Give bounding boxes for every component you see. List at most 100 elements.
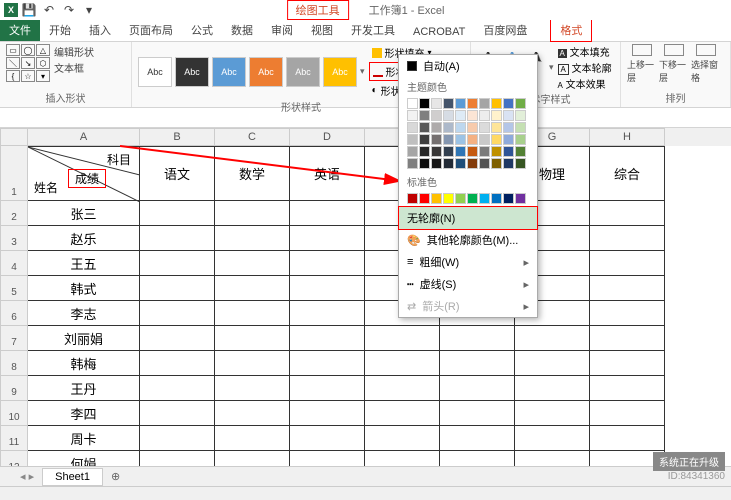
color-swatch[interactable] — [467, 98, 478, 109]
row-header[interactable]: 10 — [0, 401, 28, 426]
dd-no-outline[interactable]: 无轮廓(N) — [398, 206, 538, 230]
row-header[interactable]: 1 — [0, 146, 28, 201]
diagonal-header-cell[interactable]: 科目 成绩 姓名 — [28, 146, 140, 201]
color-swatch[interactable] — [467, 122, 478, 133]
qat-save-icon[interactable]: 💾 — [20, 1, 38, 19]
color-swatch[interactable] — [407, 134, 418, 145]
row-header[interactable]: 9 — [0, 376, 28, 401]
tab-view[interactable]: 视图 — [302, 19, 342, 41]
tab-developer[interactable]: 开发工具 — [342, 19, 404, 41]
data-cell[interactable] — [140, 351, 215, 376]
data-cell[interactable] — [140, 226, 215, 251]
style-thumb[interactable]: Abc — [212, 57, 246, 87]
name-cell[interactable]: 刘丽娟 — [28, 326, 140, 351]
color-swatch[interactable] — [503, 158, 514, 169]
color-swatch[interactable] — [503, 122, 514, 133]
color-swatch[interactable] — [479, 122, 490, 133]
color-swatch[interactable] — [443, 193, 454, 204]
col-header[interactable]: D — [290, 128, 365, 146]
color-swatch[interactable] — [479, 158, 490, 169]
data-cell[interactable] — [440, 376, 515, 401]
data-cell[interactable] — [440, 351, 515, 376]
data-cell[interactable] — [365, 326, 440, 351]
color-swatch[interactable] — [419, 98, 430, 109]
color-swatch[interactable] — [407, 158, 418, 169]
color-swatch[interactable] — [491, 110, 502, 121]
color-swatch[interactable] — [455, 98, 466, 109]
column-header-cell[interactable]: 语文 — [140, 146, 215, 201]
qat-redo-icon[interactable]: ↷ — [60, 1, 78, 19]
color-swatch[interactable] — [479, 134, 490, 145]
row-header[interactable]: 5 — [0, 276, 28, 301]
data-cell[interactable] — [590, 351, 665, 376]
data-cell[interactable] — [140, 376, 215, 401]
row-header[interactable]: 11 — [0, 426, 28, 451]
data-cell[interactable] — [590, 426, 665, 451]
color-swatch[interactable] — [419, 146, 430, 157]
data-cell[interactable] — [590, 201, 665, 226]
data-cell[interactable] — [590, 326, 665, 351]
data-cell[interactable] — [215, 401, 290, 426]
sheet-nav-icon[interactable]: ◂ ▸ — [20, 470, 34, 483]
color-swatch[interactable] — [467, 146, 478, 157]
data-cell[interactable] — [440, 401, 515, 426]
name-cell[interactable]: 赵乐 — [28, 226, 140, 251]
color-swatch[interactable] — [491, 193, 502, 204]
col-header[interactable]: C — [215, 128, 290, 146]
color-swatch[interactable] — [515, 134, 526, 145]
row-header[interactable]: 8 — [0, 351, 28, 376]
color-swatch[interactable] — [479, 98, 490, 109]
data-cell[interactable] — [365, 401, 440, 426]
dd-auto[interactable]: 自动(A) — [399, 55, 537, 77]
row-header[interactable]: 3 — [0, 226, 28, 251]
bring-forward-button[interactable]: 上移一层 — [627, 44, 657, 84]
color-swatch[interactable] — [479, 110, 490, 121]
color-swatch[interactable] — [419, 158, 430, 169]
tab-acrobat[interactable]: ACROBAT — [404, 23, 474, 41]
data-cell[interactable] — [215, 226, 290, 251]
qat-undo-icon[interactable]: ↶ — [40, 1, 58, 19]
gallery-more-icon[interactable]: ▾ — [549, 62, 554, 73]
color-swatch[interactable] — [419, 134, 430, 145]
color-swatch[interactable] — [431, 98, 442, 109]
color-swatch[interactable] — [503, 193, 514, 204]
color-swatch[interactable] — [467, 110, 478, 121]
data-cell[interactable] — [290, 426, 365, 451]
color-swatch[interactable] — [491, 122, 502, 133]
data-cell[interactable] — [140, 326, 215, 351]
data-cell[interactable] — [290, 251, 365, 276]
color-swatch[interactable] — [455, 193, 466, 204]
dd-arrows[interactable]: ⇄箭头(R)▸ — [399, 295, 537, 317]
color-swatch[interactable] — [419, 193, 430, 204]
data-cell[interactable] — [290, 201, 365, 226]
color-swatch[interactable] — [419, 122, 430, 133]
data-cell[interactable] — [365, 426, 440, 451]
row-header[interactable]: 2 — [0, 201, 28, 226]
color-swatch[interactable] — [443, 110, 454, 121]
data-cell[interactable] — [215, 351, 290, 376]
name-cell[interactable]: 李四 — [28, 401, 140, 426]
tab-data[interactable]: 数据 — [222, 19, 262, 41]
color-swatch[interactable] — [491, 98, 502, 109]
gallery-more-icon[interactable]: ▾ — [360, 66, 365, 77]
name-cell[interactable]: 李志 — [28, 301, 140, 326]
data-cell[interactable] — [590, 376, 665, 401]
tab-file[interactable]: 文件 — [0, 19, 40, 41]
data-cell[interactable] — [215, 301, 290, 326]
color-swatch[interactable] — [479, 146, 490, 157]
color-swatch[interactable] — [479, 193, 490, 204]
color-swatch[interactable] — [407, 193, 418, 204]
color-swatch[interactable] — [515, 122, 526, 133]
data-cell[interactable] — [215, 251, 290, 276]
name-cell[interactable]: 周卡 — [28, 426, 140, 451]
data-cell[interactable] — [140, 251, 215, 276]
dd-dashes[interactable]: ┅虚线(S)▸ — [399, 273, 537, 295]
style-thumb[interactable]: Abc — [249, 57, 283, 87]
dd-more-colors[interactable]: 🎨其他轮廓颜色(M)... — [399, 229, 537, 251]
data-cell[interactable] — [140, 301, 215, 326]
color-swatch[interactable] — [515, 193, 526, 204]
data-cell[interactable] — [590, 401, 665, 426]
style-thumb[interactable]: Abc — [286, 57, 320, 87]
data-cell[interactable] — [290, 376, 365, 401]
text-outline-button[interactable]: A 文本轮廓 — [558, 60, 612, 75]
